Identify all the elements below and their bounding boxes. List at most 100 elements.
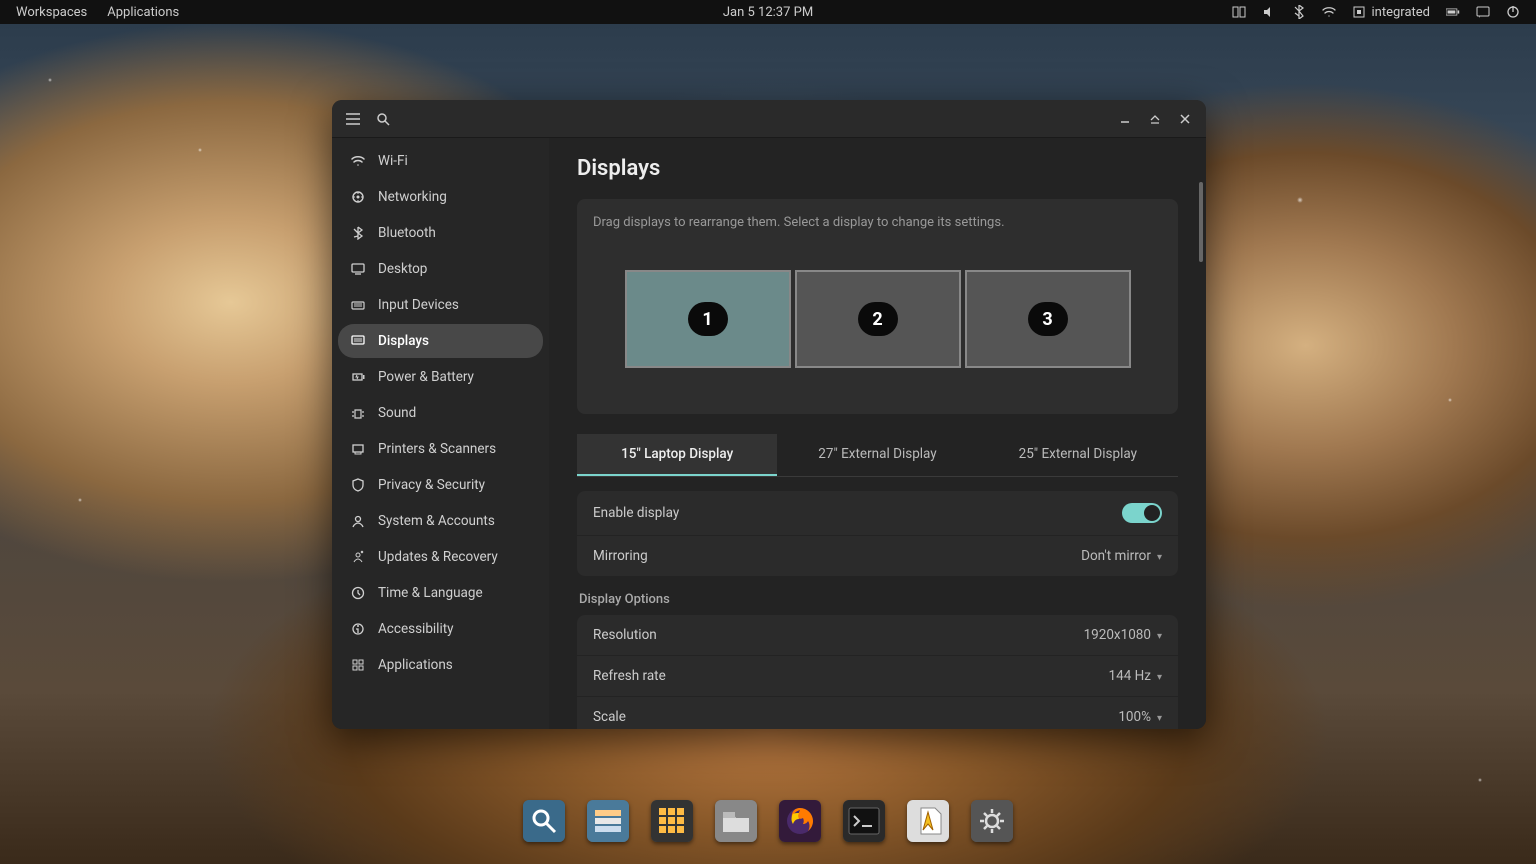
- bluetooth-icon[interactable]: [1292, 5, 1306, 19]
- sidebar-item-privacy-security[interactable]: Privacy & Security: [338, 468, 543, 502]
- mirroring-label: Mirroring: [593, 548, 648, 564]
- dock-settings[interactable]: [971, 800, 1013, 842]
- sidebar-item-accessibility[interactable]: Accessibility: [338, 612, 543, 646]
- sidebar-item-networking[interactable]: Networking: [338, 180, 543, 214]
- scale-row[interactable]: Scale 100%: [577, 697, 1178, 729]
- scale-dropdown[interactable]: 100%: [1118, 709, 1162, 725]
- tiling-icon[interactable]: [1232, 5, 1246, 19]
- scrollbar-thumb[interactable]: [1199, 182, 1203, 262]
- monitors-container: 1 23: [593, 270, 1162, 368]
- search-button[interactable]: [368, 104, 398, 134]
- sidebar-icon: [350, 333, 366, 349]
- window-titlebar[interactable]: [332, 100, 1206, 138]
- chevron-down-icon: [1157, 668, 1162, 684]
- sidebar-item-label: Power & Battery: [378, 369, 474, 385]
- dock-apps[interactable]: [651, 800, 693, 842]
- sidebar-item-label: Accessibility: [378, 621, 454, 637]
- sidebar-icon: [350, 585, 366, 601]
- enable-display-toggle[interactable]: [1122, 503, 1162, 523]
- power-icon[interactable]: [1506, 5, 1520, 19]
- dock-files-alt[interactable]: [587, 800, 629, 842]
- dock-file-manager[interactable]: [715, 800, 757, 842]
- panel-applications[interactable]: Applications: [107, 5, 179, 20]
- sidebar-item-system-accounts[interactable]: System & Accounts: [338, 504, 543, 538]
- sidebar-item-time-language[interactable]: Time & Language: [338, 576, 543, 610]
- battery-icon[interactable]: [1446, 5, 1460, 19]
- enable-display-row: Enable display: [577, 491, 1178, 536]
- sidebar-icon: [350, 297, 366, 313]
- settings-sidebar: Wi-Fi Networking Bluetooth DesktopInput Dev…: [332, 138, 549, 729]
- panel-workspaces[interactable]: Workspaces: [16, 5, 87, 20]
- sidebar-item-label: Time & Language: [378, 585, 483, 601]
- monitor-1[interactable]: 1: [625, 270, 791, 368]
- sidebar-icon: [350, 657, 366, 673]
- top-panel: Workspaces Applications Jan 5 12:37 PM i…: [0, 0, 1536, 24]
- volume-icon[interactable]: [1262, 5, 1276, 19]
- gpu-label: integrated: [1372, 5, 1431, 20]
- refresh-rate-label: Refresh rate: [593, 668, 666, 684]
- sidebar-item-label: Bluetooth: [378, 225, 436, 241]
- sidebar-item-label: Displays: [378, 333, 429, 349]
- mirroring-row[interactable]: Mirroring Don't mirror: [577, 536, 1178, 576]
- close-button[interactable]: [1170, 104, 1200, 134]
- sidebar-item-desktop[interactable]: Desktop: [338, 252, 543, 286]
- dock-search[interactable]: [523, 800, 565, 842]
- sidebar-item-applications[interactable]: Applications: [338, 648, 543, 682]
- minimize-button[interactable]: [1110, 104, 1140, 134]
- scale-value: 100%: [1118, 709, 1151, 725]
- main-content: Displays Drag displays to rearrange them…: [549, 138, 1206, 729]
- refresh-row[interactable]: Refresh rate 144 Hz: [577, 656, 1178, 697]
- sidebar-item-label: System & Accounts: [378, 513, 495, 529]
- sidebar-item-wi-fi[interactable]: Wi-Fi: [338, 144, 543, 178]
- chevron-down-icon: [1157, 548, 1162, 564]
- sidebar-item-label: Applications: [378, 657, 453, 673]
- dock: [509, 792, 1027, 850]
- display-tab-1[interactable]: 27" External Display: [777, 434, 977, 476]
- dock-firefox[interactable]: [779, 800, 821, 842]
- sidebar-item-displays[interactable]: Displays: [338, 324, 543, 358]
- display-tab-0[interactable]: 15" Laptop Display: [577, 434, 777, 476]
- monitor-2[interactable]: 2: [795, 270, 961, 368]
- sidebar-item-printers-scanners[interactable]: Printers & Scanners: [338, 432, 543, 466]
- panel-clock[interactable]: Jan 5 12:37 PM: [723, 5, 813, 20]
- resolution-row[interactable]: Resolution 1920x1080: [577, 615, 1178, 656]
- sidebar-item-power-battery[interactable]: Power & Battery: [338, 360, 543, 394]
- refresh-rate-dropdown[interactable]: 144 Hz: [1109, 668, 1162, 684]
- sidebar-item-sound[interactable]: Sound: [338, 396, 543, 430]
- enable-display-label: Enable display: [593, 505, 679, 521]
- sidebar-item-updates-recovery[interactable]: Updates & Recovery: [338, 540, 543, 574]
- mirroring-dropdown[interactable]: Don't mirror: [1081, 548, 1162, 564]
- options-group: Resolution 1920x1080 Refresh rate 144 Hz…: [577, 615, 1178, 729]
- enable-group: Enable display Mirroring Don't mirror: [577, 491, 1178, 576]
- display-tab-2[interactable]: 25" External Display: [978, 434, 1178, 476]
- resolution-dropdown[interactable]: 1920x1080: [1084, 627, 1162, 643]
- wifi-icon[interactable]: [1322, 5, 1336, 19]
- sidebar-icon: [350, 153, 366, 169]
- maximize-button[interactable]: [1140, 104, 1170, 134]
- dock-terminal[interactable]: [843, 800, 885, 842]
- resolution-label: Resolution: [593, 627, 657, 643]
- sidebar-item-label: Networking: [378, 189, 447, 205]
- gpu-indicator[interactable]: integrated: [1352, 5, 1431, 20]
- sidebar-icon: [350, 405, 366, 421]
- sidebar-item-label: Privacy & Security: [378, 477, 485, 493]
- notifications-icon[interactable]: [1476, 5, 1490, 19]
- sidebar-item-label: Printers & Scanners: [378, 441, 496, 457]
- settings-window: Wi-Fi Networking Bluetooth DesktopInput Dev…: [332, 100, 1206, 729]
- arrangement-hint: Drag displays to rearrange them. Select …: [593, 215, 1162, 230]
- refresh-rate-value: 144 Hz: [1109, 668, 1151, 684]
- dock-editor[interactable]: [907, 800, 949, 842]
- display-arrangement-box: Drag displays to rearrange them. Select …: [577, 199, 1178, 414]
- sidebar-icon: [350, 189, 366, 205]
- sidebar-item-bluetooth[interactable]: Bluetooth: [338, 216, 543, 250]
- sidebar-item-input-devices[interactable]: Input Devices: [338, 288, 543, 322]
- page-title: Displays: [577, 156, 1178, 181]
- hamburger-button[interactable]: [338, 104, 368, 134]
- sidebar-icon: [350, 621, 366, 637]
- monitor-badge: 1: [688, 302, 728, 336]
- scale-label: Scale: [593, 709, 626, 725]
- monitor-3[interactable]: 3: [965, 270, 1131, 368]
- sidebar-icon: [350, 369, 366, 385]
- chevron-down-icon: [1157, 627, 1162, 643]
- display-tabs: 15" Laptop Display27" External Display25…: [577, 434, 1178, 477]
